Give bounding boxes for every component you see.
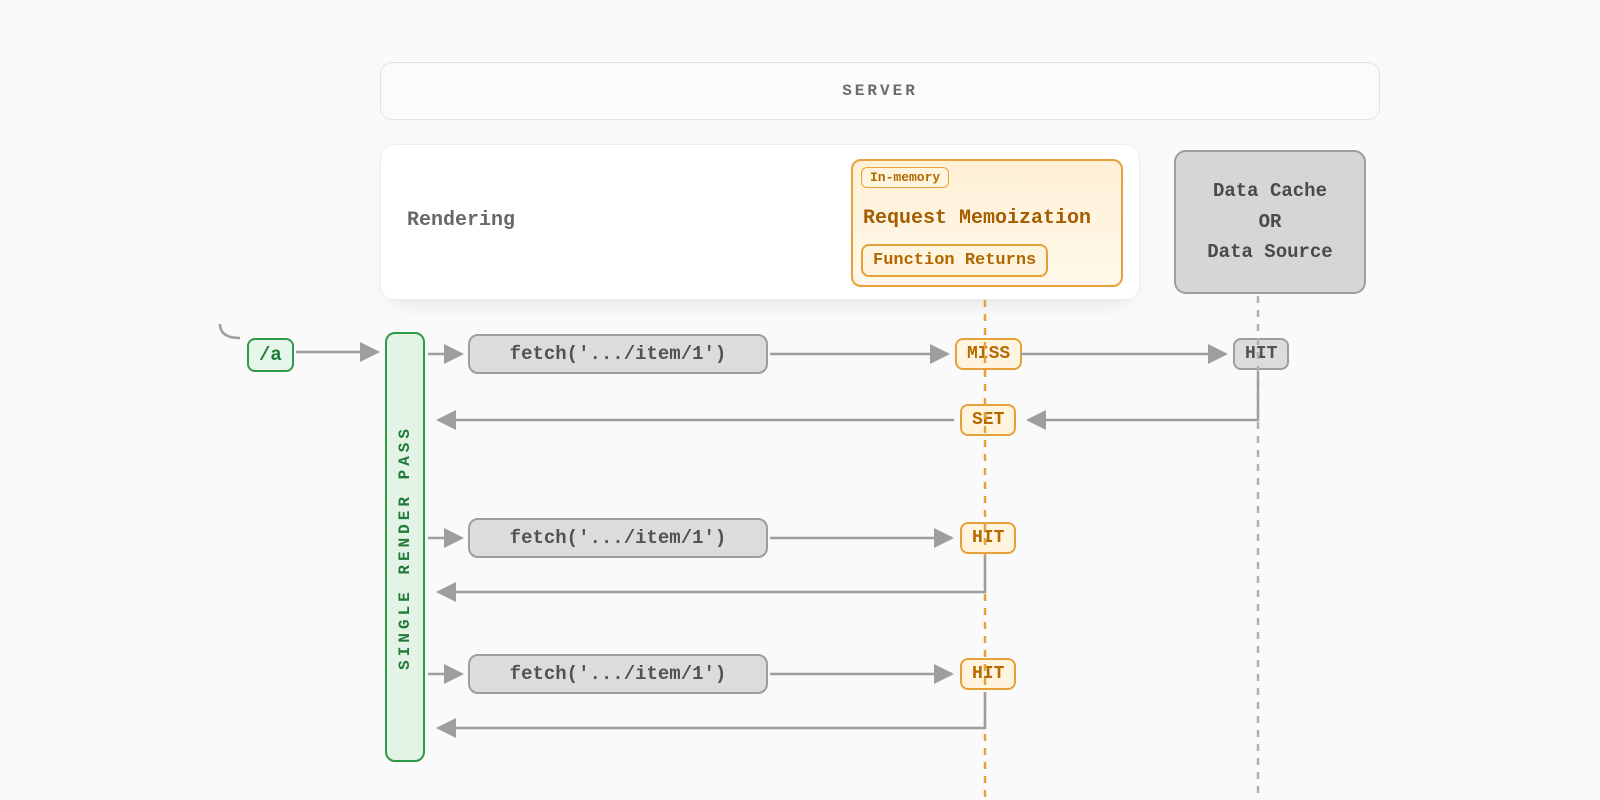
memoization-subtitle: Function Returns xyxy=(861,244,1048,277)
memoization-tag: In-memory xyxy=(861,167,949,188)
memo-hit-chip-2: HIT xyxy=(960,658,1016,690)
data-cache-label: Data Cache OR Data Source xyxy=(1207,176,1332,267)
rendering-panel: Rendering In-memory Request Memoization … xyxy=(380,144,1140,300)
fetch-call-2: fetch('.../item/1') xyxy=(468,518,768,558)
server-header: SERVER xyxy=(380,62,1380,120)
data-cache-box: Data Cache OR Data Source xyxy=(1174,150,1366,294)
cache-hit-chip: HIT xyxy=(1233,338,1289,370)
memoization-title: Request Memoization xyxy=(863,207,1091,230)
rendering-label: Rendering xyxy=(407,209,515,232)
arrows-layer xyxy=(0,0,1600,800)
fetch-call-3: fetch('.../item/1') xyxy=(468,654,768,694)
fetch-call-1: fetch('.../item/1') xyxy=(468,334,768,374)
route-chip: /a xyxy=(247,338,294,372)
render-pass-label: SINGLE RENDER PASS xyxy=(396,425,414,670)
memo-hit-chip-1: HIT xyxy=(960,522,1016,554)
memoization-box: In-memory Request Memoization Function R… xyxy=(851,159,1123,287)
memo-set-chip: SET xyxy=(960,404,1016,436)
server-header-label: SERVER xyxy=(842,82,918,100)
render-pass-bar: SINGLE RENDER PASS xyxy=(385,332,425,762)
memo-miss-chip: MISS xyxy=(955,338,1022,370)
